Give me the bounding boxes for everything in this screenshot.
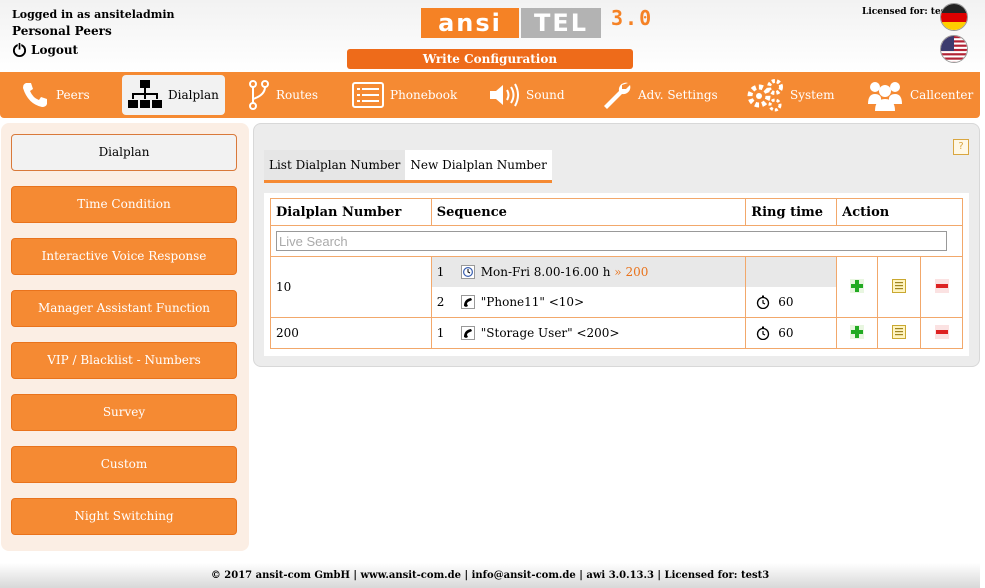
nav-item-system[interactable]: System xyxy=(746,75,834,115)
nav-label: Sound xyxy=(526,88,565,102)
nav-label: Callcenter xyxy=(910,88,974,102)
edit-list-icon xyxy=(892,324,907,339)
section-title: Personal Peers xyxy=(12,24,112,38)
sidebar-item-ivr[interactable]: Interactive Voice Response xyxy=(11,238,237,275)
write-configuration-button[interactable]: Write Configuration xyxy=(347,49,633,69)
clock-icon xyxy=(460,265,475,279)
ansitel-logo: ansi TEL 3.0 xyxy=(421,6,683,38)
ring-time-value: 60 xyxy=(778,295,794,309)
add-step-button[interactable] xyxy=(836,256,879,318)
nav-item-sound[interactable]: Sound xyxy=(488,75,565,115)
sequence-step: 1 Mon-Fri 8.00-16.00 h » 200 xyxy=(431,257,746,287)
edit-list-icon xyxy=(892,278,907,293)
header-ring-time: Ring time xyxy=(745,198,838,226)
header-sequence: Sequence xyxy=(430,198,747,226)
ring-time-value: 60 xyxy=(778,326,794,340)
dialplan-table: Dialplan Number Sequence Ring time Actio… xyxy=(270,198,963,349)
speaker-icon xyxy=(490,83,519,107)
logo-ansi: ansi xyxy=(421,8,519,38)
tab-list-dialplan-number[interactable]: List Dialplan Number xyxy=(264,150,406,180)
main-nav: Peers Dialplan Routes Phonebook Sound Ad… xyxy=(0,72,980,118)
logo-tel: TEL xyxy=(521,8,601,38)
phone-icon xyxy=(460,326,475,340)
nav-label: Adv. Settings xyxy=(638,88,718,102)
sequence-cell: 1 "Storage User" <200> xyxy=(430,317,747,349)
nav-label: Phonebook xyxy=(390,88,458,102)
sidebar: Dialplan Time Condition Interactive Voic… xyxy=(1,123,249,551)
dialplan-number-cell: 200 xyxy=(270,317,432,349)
nav-item-peers[interactable]: Peers xyxy=(20,75,90,115)
search-row xyxy=(270,225,963,257)
nav-item-callcenter[interactable]: Callcenter xyxy=(866,75,973,115)
sequence-step: 2 "Phone11" <10> xyxy=(432,287,746,317)
step-text: Mon-Fri 8.00-16.00 h xyxy=(480,265,611,279)
logo-version: 3.0 xyxy=(611,6,654,30)
phone-icon xyxy=(23,83,47,107)
delete-button[interactable] xyxy=(920,256,963,318)
minus-icon xyxy=(934,324,949,339)
add-step-button[interactable] xyxy=(836,317,879,349)
edit-button[interactable] xyxy=(877,256,922,318)
nav-item-adv-settings[interactable]: Adv. Settings xyxy=(600,75,718,115)
stopwatch-icon xyxy=(757,295,770,309)
edit-button[interactable] xyxy=(877,317,922,349)
help-icon[interactable]: ? xyxy=(953,139,969,155)
table-row: 10 1 Mon-Fri 8.00-16.00 h » 200 2 "Phone… xyxy=(270,256,963,318)
plus-icon xyxy=(850,278,865,293)
sidebar-item-dialplan[interactable]: Dialplan xyxy=(11,134,237,171)
nav-label: System xyxy=(790,88,835,102)
login-status: Logged in as ansiteladmin xyxy=(12,8,175,21)
plus-icon xyxy=(850,324,865,339)
sequence-cell: 1 Mon-Fri 8.00-16.00 h » 200 2 "Phone11"… xyxy=(430,256,747,318)
dialplan-number-cell: 10 xyxy=(270,256,432,318)
ring-time-cell: 60 xyxy=(745,317,838,349)
logout-link[interactable]: Logout xyxy=(12,42,78,57)
nav-label: Dialplan xyxy=(168,88,219,102)
power-icon xyxy=(12,42,27,57)
group-icon xyxy=(868,82,902,111)
nav-label: Routes xyxy=(276,88,319,102)
tab-new-dialplan-number[interactable]: New Dialplan Number xyxy=(405,150,552,180)
nav-item-phonebook[interactable]: Phonebook xyxy=(352,75,457,115)
header: Logged in as ansiteladmin Personal Peers… xyxy=(0,0,985,72)
phone-icon xyxy=(460,295,475,309)
step-index: 1 xyxy=(436,265,445,279)
footer: © 2017 ansit-com GmbH | www.ansit-com.de… xyxy=(0,563,980,588)
table-header-row: Dialplan Number Sequence Ring time Actio… xyxy=(270,198,963,226)
sidebar-item-manager-assistant[interactable]: Manager Assistant Function xyxy=(11,290,237,327)
sidebar-item-vip-blacklist[interactable]: VIP / Blacklist - Numbers xyxy=(11,342,237,379)
tab-bar: List Dialplan Number New Dialplan Number xyxy=(264,150,552,183)
step-destination: » 200 xyxy=(614,265,649,279)
nav-item-routes[interactable]: Routes xyxy=(248,75,318,115)
german-flag-icon[interactable] xyxy=(940,3,968,31)
nav-label: Peers xyxy=(56,88,90,102)
sidebar-item-time-condition[interactable]: Time Condition xyxy=(11,186,237,223)
hierarchy-icon xyxy=(128,80,162,108)
header-action: Action xyxy=(836,198,963,226)
gears-icon xyxy=(747,79,783,112)
step-text: "Phone11" <10> xyxy=(480,295,585,309)
nav-item-dialplan[interactable]: Dialplan xyxy=(122,75,225,115)
minus-icon xyxy=(934,278,949,293)
us-flag-icon[interactable] xyxy=(940,35,968,63)
step-index: 2 xyxy=(436,295,445,309)
logout-label: Logout xyxy=(31,42,79,57)
sidebar-item-custom[interactable]: Custom xyxy=(11,446,237,483)
step-index: 1 xyxy=(436,326,445,340)
routes-icon xyxy=(249,80,269,110)
live-search-input[interactable] xyxy=(276,231,947,251)
sequence-step: 1 "Storage User" <200> xyxy=(432,318,746,348)
stopwatch-icon xyxy=(757,326,770,340)
header-dialplan-number: Dialplan Number xyxy=(270,198,432,226)
list-icon xyxy=(352,82,384,108)
sidebar-item-night-switching[interactable]: Night Switching xyxy=(11,498,237,535)
table-row: 200 1 "Storage User" <200> 60 xyxy=(270,317,963,349)
ring-time-cell: 60 xyxy=(745,256,838,318)
step-text: "Storage User" <200> xyxy=(480,326,620,340)
delete-button[interactable] xyxy=(920,317,963,349)
wrench-icon xyxy=(604,82,631,109)
sidebar-item-survey[interactable]: Survey xyxy=(11,394,237,431)
